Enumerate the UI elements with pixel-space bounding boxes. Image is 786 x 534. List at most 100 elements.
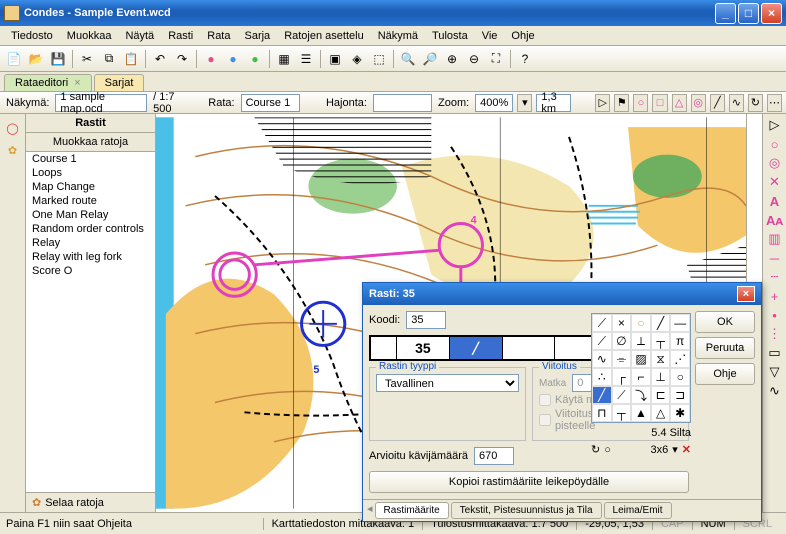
- list-icon[interactable]: ☰: [296, 49, 316, 69]
- sym-cell[interactable]: ×: [612, 314, 632, 332]
- refresh-tool-icon[interactable]: ↻: [748, 94, 763, 112]
- menu-viewmenu[interactable]: Näkymä: [371, 28, 425, 44]
- sym-cell[interactable]: ╱: [651, 314, 671, 332]
- menu-layout[interactable]: Ratojen asettelu: [277, 28, 371, 44]
- zoomfit-icon[interactable]: ⛶: [486, 49, 506, 69]
- list-item[interactable]: Relay with leg fork: [26, 250, 155, 264]
- triangle-tool-icon[interactable]: △: [672, 94, 687, 112]
- type-select[interactable]: Tavallinen: [376, 374, 519, 392]
- list-item[interactable]: Relay: [26, 236, 155, 250]
- sym-cell-selected[interactable]: ╱: [592, 386, 612, 404]
- rt-hatch-icon[interactable]: ▥: [765, 230, 785, 248]
- rt-dot-icon[interactable]: •: [765, 306, 785, 324]
- zoom1-icon[interactable]: ⊕: [442, 49, 462, 69]
- edit-courses-header[interactable]: Muokkaa ratoja: [26, 133, 155, 152]
- zoomout-icon[interactable]: 🔎: [420, 49, 440, 69]
- rt-boldtext-icon[interactable]: Aᴀ: [765, 211, 785, 229]
- menu-control[interactable]: Rasti: [161, 28, 200, 44]
- grid-dim-stepper-icon[interactable]: ▾: [672, 443, 678, 456]
- save-icon[interactable]: 💾: [48, 49, 68, 69]
- course-field[interactable]: Course 1: [241, 94, 300, 112]
- sym-cell[interactable]: π: [670, 332, 690, 350]
- symstrip-cell[interactable]: [503, 337, 556, 359]
- menu-edit[interactable]: Muokkaa: [60, 28, 119, 44]
- sym-cell[interactable]: ⟋: [592, 332, 612, 350]
- dialog-close-icon[interactable]: ×: [737, 286, 755, 302]
- list-item[interactable]: Score O: [26, 264, 155, 278]
- help-button[interactable]: Ohje: [695, 363, 755, 385]
- sym-cell[interactable]: ⟋: [592, 314, 612, 332]
- maximize-button[interactable]: □: [738, 3, 759, 24]
- cut-icon[interactable]: ✂: [77, 49, 97, 69]
- zoomin-icon[interactable]: 🔍: [398, 49, 418, 69]
- menu-view[interactable]: Näytä: [118, 28, 161, 44]
- dialog-titlebar[interactable]: Rasti: 35 ×: [363, 283, 761, 305]
- redo-icon[interactable]: ↷: [172, 49, 192, 69]
- sym-cell[interactable]: ⟋: [612, 386, 632, 404]
- dlgtab-punch[interactable]: Leima/Emit: [604, 502, 672, 519]
- new-icon[interactable]: 📄: [4, 49, 24, 69]
- sym-cell[interactable]: ⧖: [651, 350, 671, 368]
- list-item[interactable]: Map Change: [26, 180, 155, 194]
- browse-courses[interactable]: ✿ Selaa ratoja: [26, 492, 155, 512]
- sym-cell[interactable]: ∅: [612, 332, 632, 350]
- sym-cell[interactable]: ⋰: [670, 350, 690, 368]
- line-tool-icon[interactable]: ╱: [710, 94, 725, 112]
- rt-plus-icon[interactable]: +: [765, 287, 785, 305]
- sym-cell[interactable]: ⊥: [651, 368, 671, 386]
- menu-export[interactable]: Vie: [475, 28, 505, 44]
- sym-cell[interactable]: ⊐: [670, 386, 690, 404]
- tab-classes[interactable]: Sarjat: [94, 74, 145, 91]
- sym-cell[interactable]: ▲: [631, 404, 651, 422]
- menu-file[interactable]: Tiedosto: [4, 28, 60, 44]
- sym-cell[interactable]: ○: [670, 368, 690, 386]
- copy-button[interactable]: Kopioi rastimääriite leikepöydälle: [369, 471, 689, 493]
- sym-cell[interactable]: ⊓: [592, 404, 612, 422]
- spread-field[interactable]: [373, 94, 432, 112]
- curve-tool-icon[interactable]: ∿: [729, 94, 744, 112]
- sym-cell[interactable]: ┬: [651, 332, 671, 350]
- color1-icon[interactable]: ●: [201, 49, 221, 69]
- tiny-circle-icon[interactable]: ○: [604, 444, 611, 456]
- rt-triangle-icon[interactable]: ▽: [765, 363, 785, 381]
- open-icon[interactable]: 📂: [26, 49, 46, 69]
- dialog-tab-prev-icon[interactable]: ◂: [367, 502, 373, 519]
- rt-dash-icon[interactable]: ┄: [765, 268, 785, 286]
- rt-text-icon[interactable]: A: [765, 192, 785, 210]
- list-item[interactable]: Loops: [26, 166, 155, 180]
- dlgtab-texts[interactable]: Tekstit, Pistesuunnistus ja Tila: [451, 502, 602, 519]
- pointer-tool-icon[interactable]: ▷: [595, 94, 610, 112]
- sym-cell[interactable]: ⟂: [631, 332, 651, 350]
- rt-circle-icon[interactable]: ○: [765, 135, 785, 153]
- minimize-button[interactable]: _: [715, 3, 736, 24]
- est-input[interactable]: [474, 447, 514, 465]
- list-item[interactable]: Marked route: [26, 194, 155, 208]
- sym-cell[interactable]: —: [670, 314, 690, 332]
- help-icon[interactable]: ?: [515, 49, 535, 69]
- sym-cell[interactable]: ⤵: [631, 386, 651, 404]
- sym-cell[interactable]: ▨: [631, 350, 651, 368]
- square-tool-icon[interactable]: □: [652, 94, 667, 112]
- tab-close-icon[interactable]: ×: [74, 77, 80, 89]
- sym-cell[interactable]: ⌐: [631, 368, 651, 386]
- list-item[interactable]: Course 1: [26, 152, 155, 166]
- tool1-icon[interactable]: ▣: [325, 49, 345, 69]
- copy-icon[interactable]: ⧉: [99, 49, 119, 69]
- grid-delete-icon[interactable]: ✕: [682, 443, 691, 456]
- mapfile-field[interactable]: 1 sample map.ocd: [55, 94, 147, 112]
- cancel-button[interactable]: Peruuta: [695, 337, 755, 359]
- rotate-icon[interactable]: ↻: [591, 443, 600, 456]
- sym-cell[interactable]: ✱: [670, 404, 690, 422]
- sym-cell[interactable]: ∿: [592, 350, 612, 368]
- sym-cell[interactable]: ┌: [612, 368, 632, 386]
- menu-course[interactable]: Rata: [200, 28, 237, 44]
- rt-line-icon[interactable]: ─: [765, 249, 785, 267]
- rt-dblcircle-icon[interactable]: ◎: [765, 154, 785, 172]
- sym-cell[interactable]: △: [651, 404, 671, 422]
- code-input[interactable]: [406, 311, 446, 329]
- rt-curve-icon[interactable]: ∿: [765, 382, 785, 400]
- color2-icon[interactable]: ●: [223, 49, 243, 69]
- rt-rect-icon[interactable]: ▭: [765, 344, 785, 362]
- sym-cell[interactable]: ┬: [612, 404, 632, 422]
- menu-help[interactable]: Ohje: [504, 28, 541, 44]
